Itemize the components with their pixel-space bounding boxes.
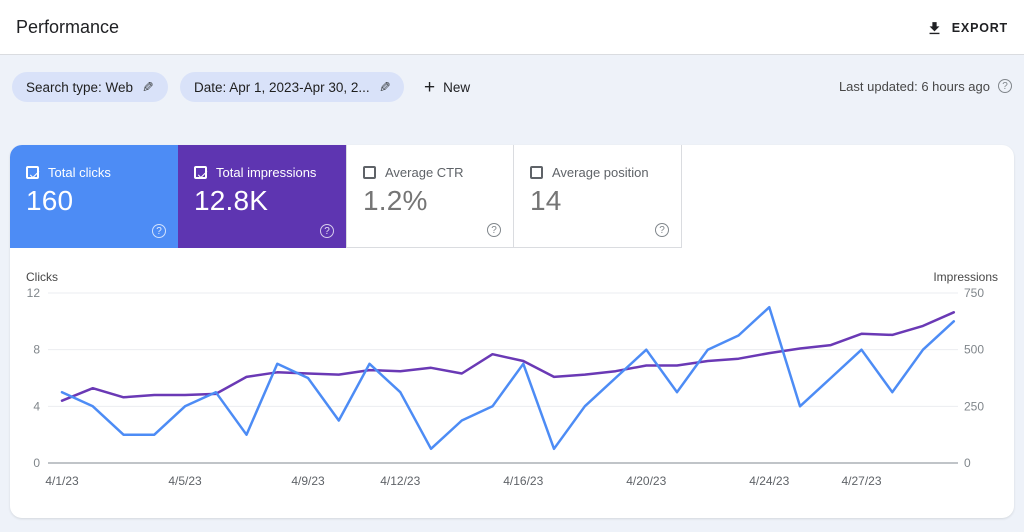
last-updated-text: Last updated: 6 hours ago [838, 79, 990, 94]
export-label: EXPORT [951, 21, 1008, 35]
metric-label: Total clicks [48, 165, 111, 180]
left-axis-tick: 4 [33, 399, 40, 413]
metric-value: 160 [26, 185, 74, 216]
performance-chart: Clicks Impressions 0 4 8 12 0 250 500 750 4/1/23 4/… [10, 248, 1014, 518]
checked-checkbox-icon[interactable] [26, 166, 40, 179]
x-axis-label: 4/16/23 [503, 474, 543, 488]
metric-help-icon[interactable]: ? [655, 223, 669, 237]
new-filter-label: New [443, 79, 471, 95]
right-axis-tick: 750 [964, 286, 984, 300]
right-axis-tick: 250 [964, 399, 984, 413]
average-position-card[interactable]: Average position 14 ? [514, 145, 682, 248]
unchecked-checkbox-icon[interactable] [530, 166, 543, 179]
metric-cards-row: Total clicks 160 ? Total impressions 12.… [10, 145, 1014, 248]
x-axis-label: 4/9/23 [291, 474, 325, 488]
metric-value: 12.8K [194, 185, 269, 216]
top-header: Performance EXPORT [0, 0, 1024, 55]
unchecked-checkbox-icon[interactable] [363, 166, 376, 179]
metric-value: 14 [530, 185, 562, 216]
edit-pencil-icon: ✎ [142, 78, 154, 95]
total-clicks-card[interactable]: Total clicks 160 ? [10, 145, 178, 248]
export-button[interactable]: EXPORT [926, 15, 1008, 41]
edit-pencil-icon: ✎ [378, 78, 391, 95]
last-updated-help-icon[interactable]: ? [998, 79, 1012, 93]
x-axis-label: 4/27/23 [841, 474, 881, 488]
right-axis-title: Impressions [933, 270, 998, 284]
left-axis-tick: 0 [33, 456, 40, 470]
metric-help-icon[interactable]: ? [487, 223, 501, 237]
x-axis-label: 4/24/23 [749, 474, 789, 488]
metric-label: Total impressions [216, 165, 317, 180]
clicks-line-series [60, 305, 956, 451]
x-axis-label: 4/1/23 [45, 474, 79, 488]
search-type-chip[interactable]: Search type: Web ✎ [12, 72, 168, 102]
metric-help-icon[interactable]: ? [320, 224, 334, 238]
left-axis-tick: 12 [27, 286, 41, 300]
date-range-chip[interactable]: Date: Apr 1, 2023-Apr 30, 2... ✎ [180, 72, 405, 102]
left-axis-title: Clicks [26, 270, 58, 284]
metric-help-icon[interactable]: ? [152, 224, 166, 238]
clicks-impressions-line-chart: Clicks Impressions 0 4 8 12 0 250 500 750 4/1/23 4/… [26, 270, 998, 488]
metric-value: 1.2% [363, 185, 428, 216]
total-impressions-card[interactable]: Total impressions 12.8K ? [178, 145, 346, 248]
left-axis-tick: 8 [33, 343, 40, 357]
search-type-chip-label: Search type: Web [26, 79, 134, 95]
metric-label: Average CTR [385, 165, 464, 180]
date-range-chip-label: Date: Apr 1, 2023-Apr 30, 2... [194, 79, 370, 95]
checked-checkbox-icon[interactable] [194, 166, 208, 179]
filter-bar: Search type: Web ✎ Date: Apr 1, 2023-Apr… [0, 56, 1024, 116]
download-icon [926, 20, 943, 37]
page-title: Performance [16, 17, 120, 37]
x-axis-label: 4/20/23 [626, 474, 666, 488]
plus-icon: + [424, 76, 436, 98]
average-ctr-card[interactable]: Average CTR 1.2% ? [346, 145, 514, 248]
x-axis-label: 4/12/23 [380, 474, 420, 488]
right-axis-tick: 500 [964, 343, 984, 357]
performance-panel: Total clicks 160 ? Total impressions 12.… [10, 145, 1014, 518]
metric-label: Average position [552, 165, 649, 180]
right-axis-tick: 0 [964, 456, 971, 470]
new-filter-button[interactable]: + New [418, 72, 476, 102]
x-axis-label: 4/5/23 [168, 474, 202, 488]
